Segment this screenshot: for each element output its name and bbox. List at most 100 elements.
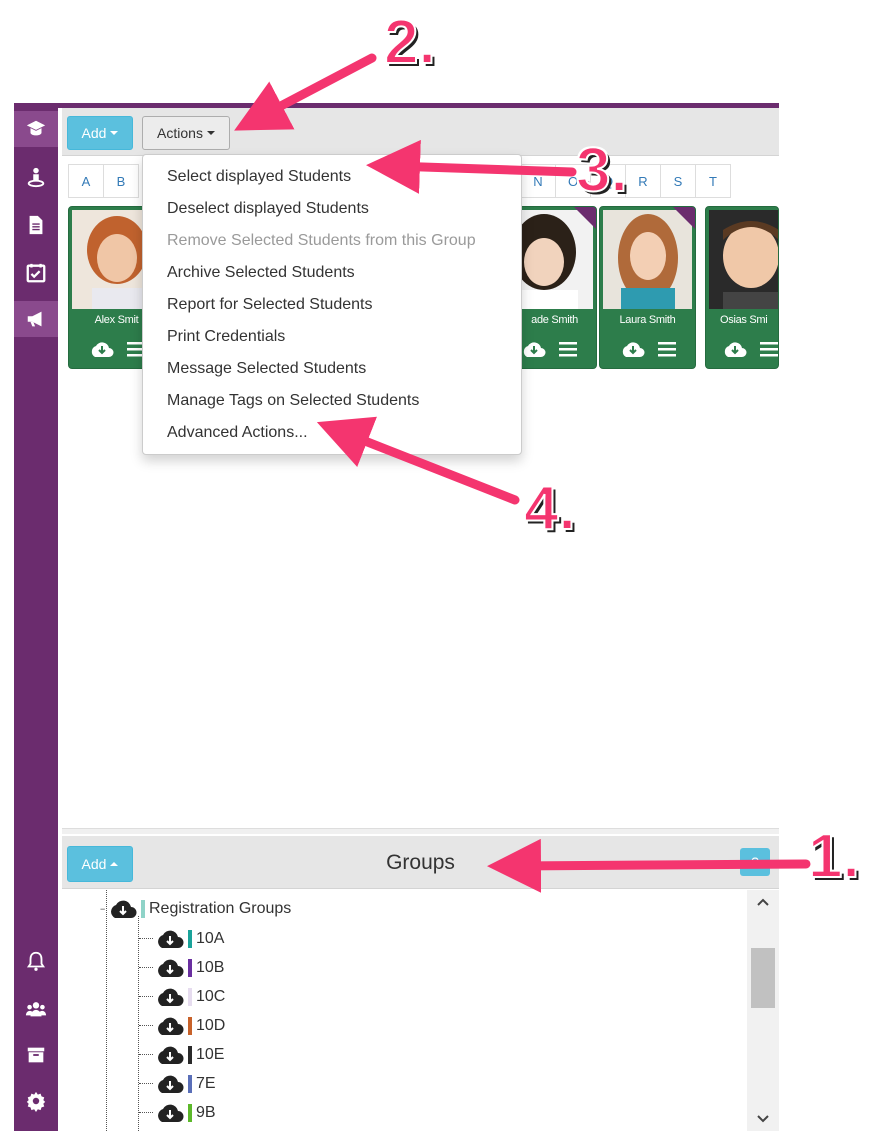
cloud-download-icon[interactable] [620,339,646,359]
tree-node-10d[interactable]: 10D [139,1011,225,1040]
cloud-download-icon[interactable] [155,928,185,950]
tree-node-10e[interactable]: 10E [139,1040,224,1069]
gear-icon[interactable] [14,1083,58,1119]
tree-guide [106,890,107,1131]
group-color-tag [188,929,192,948]
document-icon[interactable] [14,207,58,243]
student-name: Osias Smi [720,314,768,326]
groups-add-label: Add [81,856,107,872]
letter-n[interactable]: N [520,164,556,198]
cloud-download-icon[interactable] [89,339,115,359]
menu-item-archive-selected[interactable]: Archive Selected Students [143,257,521,289]
selected-corner [673,207,695,229]
tree-node-10b[interactable]: 10B [139,953,224,982]
scroll-down-icon[interactable] [747,1107,779,1131]
student-card[interactable]: Laura Smith [599,206,696,369]
tree-node-label: 10E [196,1045,225,1063]
panel-divider[interactable] [62,828,779,834]
tree-node-label: Registration Groups [149,899,292,917]
letter-a[interactable]: A [68,164,104,198]
tree-node-label: 9B [196,1103,216,1121]
groups-tree: − Registration Groups 10A 10B 10C 10D 10… [62,890,747,1131]
add-button-label: Add [81,125,107,141]
actions-button[interactable]: Actions [142,116,230,150]
menu-item-deselect-displayed[interactable]: Deselect displayed Students [143,193,521,225]
megaphone-icon[interactable] [14,301,58,337]
cloud-download-icon[interactable] [155,1073,185,1095]
tree-node-label: 10C [196,987,226,1005]
left-sidebar [14,103,58,1131]
group-color-tag [188,1103,192,1122]
menu-icon[interactable] [657,341,676,357]
group-color-tag [188,1074,192,1093]
selected-corner [574,207,596,229]
scroll-up-icon[interactable] [747,890,779,914]
cloud-download-icon[interactable] [108,898,138,920]
menu-item-remove-from-group: Remove Selected Students from this Group [167,232,476,249]
menu-item-print-credentials[interactable]: Print Credentials [143,321,521,353]
cloud-download-icon[interactable] [155,986,185,1008]
menu-item-message-selected[interactable]: Message Selected Students [143,353,521,385]
groups-add-button[interactable]: Add [67,846,133,882]
groups-toolbar: Groups Add ? [62,836,779,889]
caret-up-icon [110,862,119,866]
letter-r[interactable]: R [625,164,661,198]
annotation-1: 1. [807,822,861,891]
groups-title: Groups [386,851,455,874]
group-color-tag [188,987,192,1006]
cloud-download-icon[interactable] [722,339,748,359]
teacher-icon[interactable] [14,159,58,195]
menu-icon[interactable] [760,341,778,357]
users-icon[interactable] [14,991,58,1027]
students-toolbar: Add Actions [62,108,779,156]
group-color-tag [188,1016,192,1035]
tree-node-registration-groups[interactable]: − Registration Groups [100,894,291,923]
student-photo [709,210,778,309]
tree-node-10c[interactable]: 10C [139,982,225,1011]
actions-button-label: Actions [157,125,203,141]
menu-item-report-selected[interactable]: Report for Selected Students [143,289,521,321]
group-color-tag [188,958,192,977]
letter-b[interactable]: B [103,164,139,198]
annotation-2: 2. [383,8,437,77]
tree-node-label: 10B [196,958,225,976]
screenshot-stage: Add Actions A B N O Q R S T Alex Smit ad… [0,0,877,1141]
cloud-download-icon[interactable] [155,1102,185,1124]
annotation-3: 3. [575,136,629,205]
cloud-download-icon[interactable] [155,1044,185,1066]
students-icon[interactable] [14,111,58,147]
menu-icon[interactable] [558,341,577,357]
groups-scrollbar[interactable] [747,890,779,1131]
letter-s[interactable]: S [660,164,696,198]
menu-item-manage-tags[interactable]: Manage Tags on Selected Students [143,385,521,417]
scroll-thumb[interactable] [751,948,775,1008]
tree-node-label: 10D [196,1016,226,1034]
letter-t[interactable]: T [695,164,731,198]
tree-node-label: 10A [196,929,225,947]
actions-dropdown-menu: Select displayed Students Deselect displ… [142,154,522,455]
menu-item-select-displayed[interactable]: Select displayed Students [143,161,521,193]
caret-down-icon [206,131,215,135]
cloud-download-icon[interactable] [155,957,185,979]
bell-icon[interactable] [14,943,58,979]
cloud-download-icon[interactable] [521,339,547,359]
student-card[interactable]: Osias Smi [705,206,779,369]
card-actions [600,335,695,363]
student-name: Laura Smith [619,314,676,326]
caret-down-icon [110,131,119,135]
card-actions [706,335,778,363]
annotation-4: 4. [523,474,577,543]
archive-icon[interactable] [14,1037,58,1073]
cloud-download-icon[interactable] [155,1015,185,1037]
tree-node-10a[interactable]: 10A [139,924,224,953]
help-icon[interactable]: ? [740,848,770,876]
menu-item-advanced-actions[interactable]: Advanced Actions... [143,417,521,449]
tree-node-9b[interactable]: 9B [139,1098,216,1127]
collapse-icon[interactable]: − [100,904,108,914]
calendar-check-icon[interactable] [14,255,58,291]
group-color-tag [188,1045,192,1064]
add-button[interactable]: Add [67,116,133,150]
tree-node-7e[interactable]: 7E [139,1069,216,1098]
tree-node-label: 7E [196,1074,216,1092]
group-color-tag [141,899,145,918]
